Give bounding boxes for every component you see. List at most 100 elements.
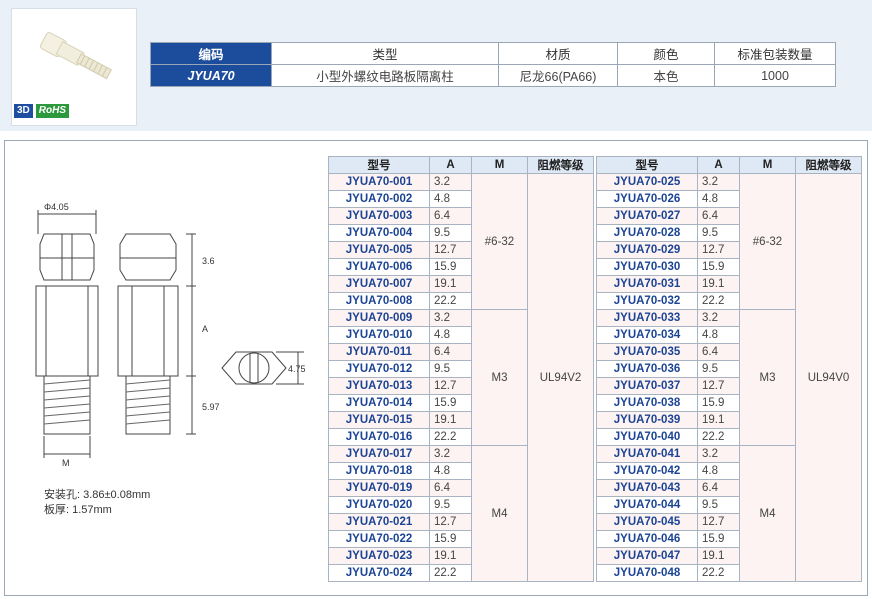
model-cell: JYUA70-040 [596,428,698,446]
a-cell: 19.1 [429,275,472,293]
m-group-cell: M3 [471,309,528,446]
model-cell: JYUA70-033 [596,309,698,327]
a-cell: 6.4 [429,207,472,225]
model-cell: JYUA70-036 [596,360,698,378]
info-header-code: 编码 [150,42,272,65]
spec-left-header-model: 型号 [328,156,430,174]
badges: 3D RoHS [14,104,70,118]
model-cell: JYUA70-048 [596,564,698,582]
a-cell: 15.9 [429,258,472,276]
model-cell: JYUA70-002 [328,190,430,208]
model-cell: JYUA70-021 [328,513,430,531]
m-group-cell: #6-32 [471,173,528,310]
model-cell: JYUA70-032 [596,292,698,310]
a-cell: 6.4 [429,343,472,361]
a-cell: 15.9 [697,258,740,276]
a-cell: 19.1 [697,547,740,565]
spec-left-header-m: M [471,156,528,174]
a-cell: 22.2 [697,564,740,582]
a-cell: 22.2 [429,428,472,446]
m-group-cell: M4 [471,445,528,582]
dim-bottom: 5.97 [202,402,220,412]
a-cell: 9.5 [429,360,472,378]
note-hole: 安装孔: 3.86±0.08mm [44,489,151,501]
model-cell: JYUA70-009 [328,309,430,327]
info-material: 尼龙66(PA66) [498,64,618,87]
a-cell: 9.5 [697,224,740,242]
a-cell: 22.2 [697,292,740,310]
thread-label: M [62,458,70,468]
model-cell: JYUA70-034 [596,326,698,344]
note-board: 板厚: 1.57mm [44,504,112,516]
a-cell: 19.1 [697,411,740,429]
a-cell: 12.7 [697,513,740,531]
model-cell: JYUA70-046 [596,530,698,548]
mount-notes: 安装孔: 3.86±0.08mm 板厚: 1.57mm [44,488,150,518]
m-group-cell: M3 [739,309,796,446]
model-cell: JYUA70-015 [328,411,430,429]
m-group-cell: M4 [739,445,796,582]
a-cell: 15.9 [697,394,740,412]
info-code: JYUA70 [150,64,272,87]
a-cell: 15.9 [429,394,472,412]
model-cell: JYUA70-031 [596,275,698,293]
spec-table-left: 型号 A M 阻燃等级 JYUA70-001 3.2 #6-32 UL94V2 JYUA… [328,156,594,582]
model-cell: JYUA70-026 [596,190,698,208]
a-cell: 12.7 [429,377,472,395]
spec-right-header-flame: 阻燃等级 [795,156,862,174]
a-cell: 4.8 [697,462,740,480]
a-cell: 12.7 [697,377,740,395]
a-cell: 6.4 [697,343,740,361]
model-cell: JYUA70-029 [596,241,698,259]
a-cell: 3.2 [429,309,472,327]
model-cell: JYUA70-035 [596,343,698,361]
model-cell: JYUA70-037 [596,377,698,395]
model-cell: JYUA70-025 [596,173,698,191]
model-cell: JYUA70-001 [328,173,430,191]
model-cell: JYUA70-028 [596,224,698,242]
a-cell: 3.2 [697,445,740,463]
a-cell: 19.1 [429,547,472,565]
info-type: 小型外螺纹电路板隔离柱 [271,64,499,87]
a-cell: 15.9 [429,530,472,548]
flame-cell: UL94V2 [527,173,594,582]
model-cell: JYUA70-023 [328,547,430,565]
a-cell: 12.7 [429,241,472,259]
info-header-type: 类型 [271,42,499,65]
dim-mid: A [202,324,208,334]
a-cell: 12.7 [697,241,740,259]
model-cell: JYUA70-041 [596,445,698,463]
model-cell: JYUA70-024 [328,564,430,582]
model-cell: JYUA70-007 [328,275,430,293]
a-cell: 3.2 [429,173,472,191]
table-row: JYUA70-001 3.2 #6-32 UL94V2 [328,173,594,582]
standoff-drawing-icon: Φ4.05 3.6 A 5.97 4.75 M [35,202,306,468]
a-cell: 22.2 [429,292,472,310]
a-cell: 9.5 [697,360,740,378]
model-cell: JYUA70-017 [328,445,430,463]
model-cell: JYUA70-030 [596,258,698,276]
a-cell: 9.5 [697,496,740,514]
a-cell: 15.9 [697,530,740,548]
spec-right-header-model: 型号 [596,156,698,174]
model-cell: JYUA70-014 [328,394,430,412]
badge-rohs: RoHS [35,104,70,118]
a-cell: 4.8 [429,190,472,208]
info-pack: 1000 [714,64,836,87]
info-color: 本色 [617,64,715,87]
model-cell: JYUA70-039 [596,411,698,429]
model-cell: JYUA70-038 [596,394,698,412]
model-cell: JYUA70-011 [328,343,430,361]
a-cell: 9.5 [429,496,472,514]
a-cell: 19.1 [429,411,472,429]
a-cell: 6.4 [429,479,472,497]
info-header-pack: 标准包装数量 [714,42,836,65]
model-cell: JYUA70-010 [328,326,430,344]
model-cell: JYUA70-004 [328,224,430,242]
a-cell: 6.4 [697,207,740,225]
a-cell: 12.7 [429,513,472,531]
info-header-material: 材质 [498,42,618,65]
model-cell: JYUA70-013 [328,377,430,395]
dia-label: Φ4.05 [44,202,69,212]
dim-hex: 4.75 [288,364,306,374]
